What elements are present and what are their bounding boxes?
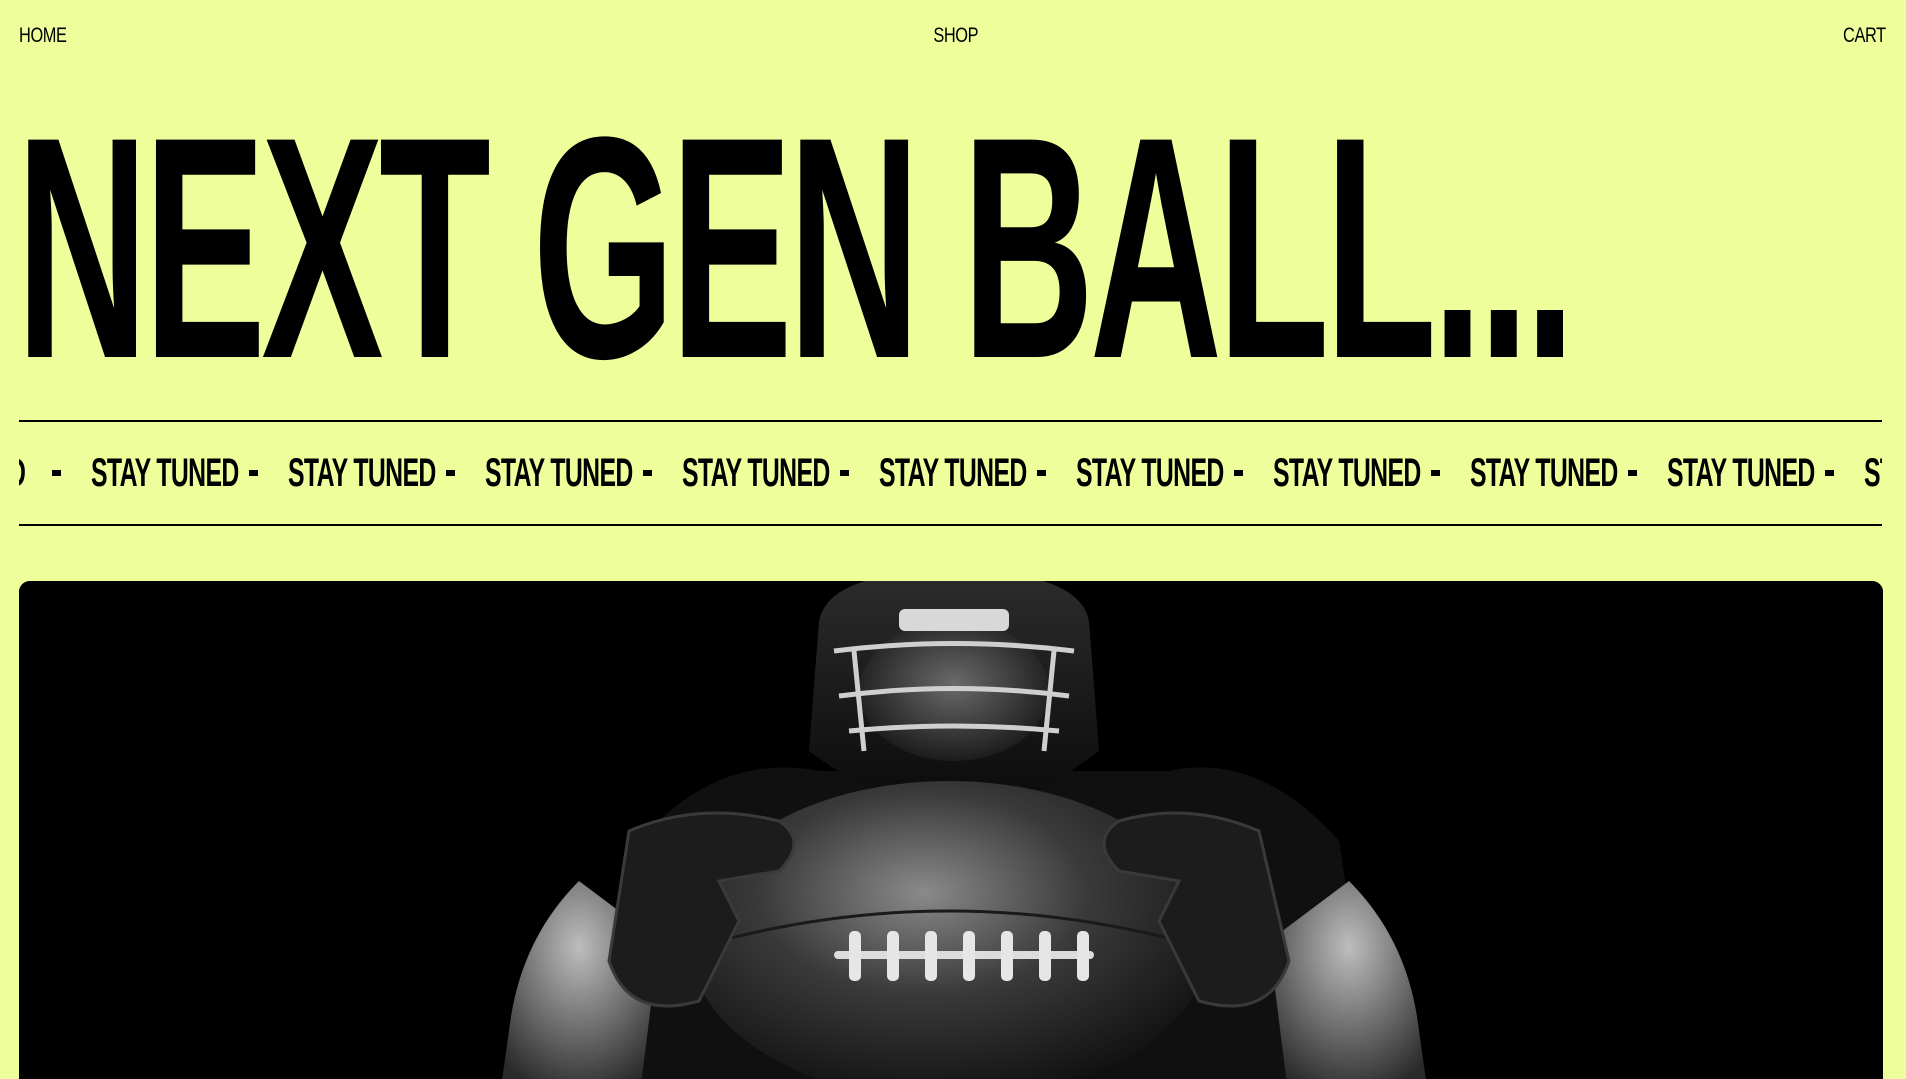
nav-shop-link[interactable]: SHOP xyxy=(933,24,978,48)
ticker-track: D STAY TUNED STAY TUNED STAY TUNED STAY … xyxy=(19,422,1882,524)
ticker-separator xyxy=(1825,470,1834,476)
ticker-item: STAY TUNED xyxy=(1273,422,1470,524)
ticker-text: STAY TUNED xyxy=(1076,450,1224,495)
stay-tuned-ticker: D STAY TUNED STAY TUNED STAY TUNED STAY … xyxy=(19,420,1882,526)
ticker-text: STAY TUNED xyxy=(1470,450,1618,495)
ticker-separator xyxy=(643,470,652,476)
ticker-separator xyxy=(249,470,258,476)
ticker-separator xyxy=(1037,470,1046,476)
nav-cart-link[interactable]: CART xyxy=(1843,24,1886,48)
ticker-item: STAY TUNED xyxy=(1470,422,1667,524)
ticker-separator xyxy=(1628,470,1637,476)
ticker-separator xyxy=(52,470,61,476)
ticker-separator xyxy=(1234,470,1243,476)
ticker-item: STAY TUNED xyxy=(682,422,879,524)
ticker-item: STAY TUNED xyxy=(485,422,682,524)
hero-image-football-player xyxy=(19,581,1883,1079)
ticker-separator xyxy=(446,470,455,476)
ticker-item: ST xyxy=(1864,422,1882,524)
ticker-leading-fragment: D xyxy=(19,451,26,496)
ticker-text: STAY TUNED xyxy=(1273,450,1421,495)
top-nav: HOME SHOP CART xyxy=(19,22,1886,50)
landing-page: HOME SHOP CART NEXT GEN BALL... D STAY T… xyxy=(0,0,1906,1079)
ticker-item: STAY TUNED xyxy=(1076,422,1273,524)
ticker-item: STAY TUNED xyxy=(91,422,288,524)
ticker-text: STAY TUNED xyxy=(91,450,239,495)
ticker-trailing-fragment: ST xyxy=(1864,450,1882,495)
ticker-text: STAY TUNED xyxy=(288,450,436,495)
ticker-item: STAY TUNED xyxy=(1667,422,1864,524)
ticker-item: D xyxy=(19,422,91,524)
ticker-text: STAY TUNED xyxy=(879,450,1027,495)
ticker-text: STAY TUNED xyxy=(1667,450,1815,495)
ticker-item: STAY TUNED xyxy=(288,422,485,524)
hero-title: NEXT GEN BALL... xyxy=(16,71,1576,424)
ticker-text: STAY TUNED xyxy=(682,450,830,495)
football-player-illustration xyxy=(19,581,1883,1079)
ticker-text: STAY TUNED xyxy=(485,450,633,495)
ticker-item: STAY TUNED xyxy=(879,422,1076,524)
ticker-separator xyxy=(1431,470,1440,476)
ticker-separator xyxy=(840,470,849,476)
nav-home-link[interactable]: HOME xyxy=(19,24,67,48)
